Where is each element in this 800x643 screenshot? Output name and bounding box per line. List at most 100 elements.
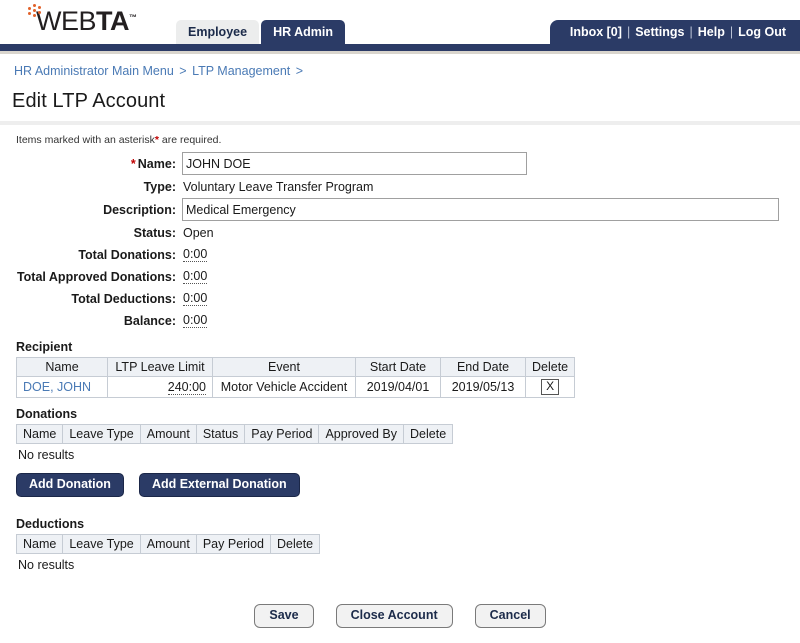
donations-col-status: Status [195,424,246,444]
total-donations-value: 0:00 [182,247,208,262]
recipient-cell-leave-limit: 240:00 [107,376,213,398]
tab-employee[interactable]: Employee [176,20,260,44]
settings-link[interactable]: Settings [635,25,684,39]
save-button[interactable]: Save [254,604,314,628]
required-fields-note: Items marked with an asterisk* are requi… [0,125,800,152]
recipient-cell-delete: X [524,376,576,398]
recipient-col-leave-limit: LTP Leave Limit [107,357,213,377]
deductions-table: Name Leave Type Amount Pay Period Delete [15,534,321,554]
name-required-asterisk: * [130,156,136,171]
inbox-link[interactable]: Inbox [0] [570,25,622,39]
donations-col-approved-by: Approved By [318,424,405,444]
breadcrumb-separator: > [179,64,187,78]
field-row-description: Description: [0,198,800,221]
table-header-row: Name Leave Type Amount Status Pay Period… [15,424,454,444]
log-out-link[interactable]: Log Out [738,25,786,39]
deductions-empty-message: No results [18,558,75,572]
recipient-table: Name LTP Leave Limit Event Start Date En… [16,357,576,398]
breadcrumb-item-main-menu[interactable]: HR Administrator Main Menu [14,64,174,78]
recipient-col-delete: Delete [524,357,576,377]
utility-nav: Inbox [0] | Settings | Help | Log Out [549,20,800,44]
donation-actions: Add Donation Add External Donation [0,462,800,497]
donations-col-amount: Amount [139,424,197,444]
field-row-total-donations: Total Donations: 0:00 [0,244,800,265]
total-approved-donations-value: 0:00 [182,269,208,284]
table-header-row: Name LTP Leave Limit Event Start Date En… [16,357,576,377]
recipient-col-event: Event [212,357,356,377]
name-value [182,152,527,175]
field-row-total-approved-donations: Total Approved Donations: 0:00 [0,266,800,287]
field-row-name: * Name: [0,152,800,175]
utility-separator: | [689,25,693,39]
donations-col-pay-period: Pay Period [244,424,320,444]
donations-col-leave-type: Leave Type [62,424,141,444]
balance-amount: 0:00 [183,313,208,328]
recipient-cell-name: DOE, JOHN [16,376,108,398]
status-value: Open [183,225,214,240]
recipient-section: Recipient Name LTP Leave Limit Event Sta… [0,340,800,398]
donations-col-name: Name [15,424,64,444]
field-row-total-deductions: Total Deductions: 0:00 [0,288,800,309]
tab-hr-admin[interactable]: HR Admin [261,20,346,44]
deductions-section: Deductions Name Leave Type Amount Pay Pe… [0,497,800,572]
cancel-button[interactable]: Cancel [474,604,546,628]
recipient-name-link[interactable]: DOE, JOHN [23,380,91,394]
webta-logo: WEBTA™ [24,4,137,36]
donations-empty-message: No results [18,448,75,462]
name-label: * Name: [0,157,182,171]
name-input[interactable] [182,152,527,175]
balance-label: Balance: [123,313,176,328]
donations-section: Donations Name Leave Type Amount Status … [0,407,800,462]
deductions-col-name: Name [15,534,64,554]
app-header: WEBTA™ Employee HR Admin Inbox [0] | Set… [0,0,800,44]
recipient-cell-start-date: 2019/04/01 [355,376,441,398]
recipient-col-name: Name [16,357,108,377]
deductions-title: Deductions [16,517,85,531]
total-donations-label: Total Donations: [78,247,176,262]
header-navy-band [0,44,800,51]
total-deductions-amount: 0:00 [183,291,208,306]
field-row-balance: Balance: 0:00 [0,310,800,331]
field-row-status: Status: Open [0,222,800,243]
donations-title: Donations [16,407,78,421]
page-title: Edit LTP Account [12,90,166,112]
close-account-button[interactable]: Close Account [335,604,453,628]
table-row: DOE, JOHN 240:00 Motor Vehicle Accident … [16,376,576,398]
recipient-leave-limit-amount: 240:00 [167,380,206,395]
delete-row-button[interactable]: X [541,379,560,395]
recipient-col-start-date: Start Date [355,357,441,377]
table-header-row: Name Leave Type Amount Pay Period Delete [15,534,321,554]
type-value: Voluntary Leave Transfer Program [183,179,374,194]
total-deductions-label: Total Deductions: [71,291,176,306]
total-approved-donations-amount: 0:00 [183,269,208,284]
breadcrumb-item-ltp-management[interactable]: LTP Management [192,64,290,78]
status-label: Status: [133,225,176,240]
deductions-col-amount: Amount [139,534,197,554]
logo-dots-icon [28,4,50,18]
utility-separator: | [626,25,631,39]
deductions-col-pay-period: Pay Period [195,534,272,554]
breadcrumb: HR Administrator Main Menu > LTP Managem… [0,54,800,87]
required-note-suffix: are required. [158,134,222,146]
description-input[interactable] [182,198,779,221]
add-external-donation-button[interactable]: Add External Donation [138,473,300,497]
description-label: Description: [103,202,176,217]
total-donations-amount: 0:00 [183,247,208,262]
add-donation-button[interactable]: Add Donation [16,473,124,497]
ltp-account-form: *Name: Type: Voluntary Leave Transfer Pr… [0,152,800,331]
donations-col-delete: Delete [403,424,454,444]
recipient-cell-event: Motor Vehicle Accident [212,376,356,398]
breadcrumb-separator: > [295,64,304,78]
utility-separator: | [729,25,734,39]
total-deductions-value: 0:00 [182,291,208,306]
recipient-col-end-date: End Date [440,357,526,377]
recipient-cell-end-date: 2019/05/13 [440,376,526,398]
total-approved-donations-label: Total Approved Donations: [16,269,176,284]
donations-table: Name Leave Type Amount Status Pay Period… [15,424,454,444]
help-link[interactable]: Help [698,25,725,39]
logo-ta-text: TA [96,6,130,36]
deductions-col-leave-type: Leave Type [62,534,141,554]
field-row-type: Type: Voluntary Leave Transfer Program [0,176,800,197]
primary-tabs: Employee HR Admin [176,20,346,44]
type-label: Type: [143,179,176,194]
